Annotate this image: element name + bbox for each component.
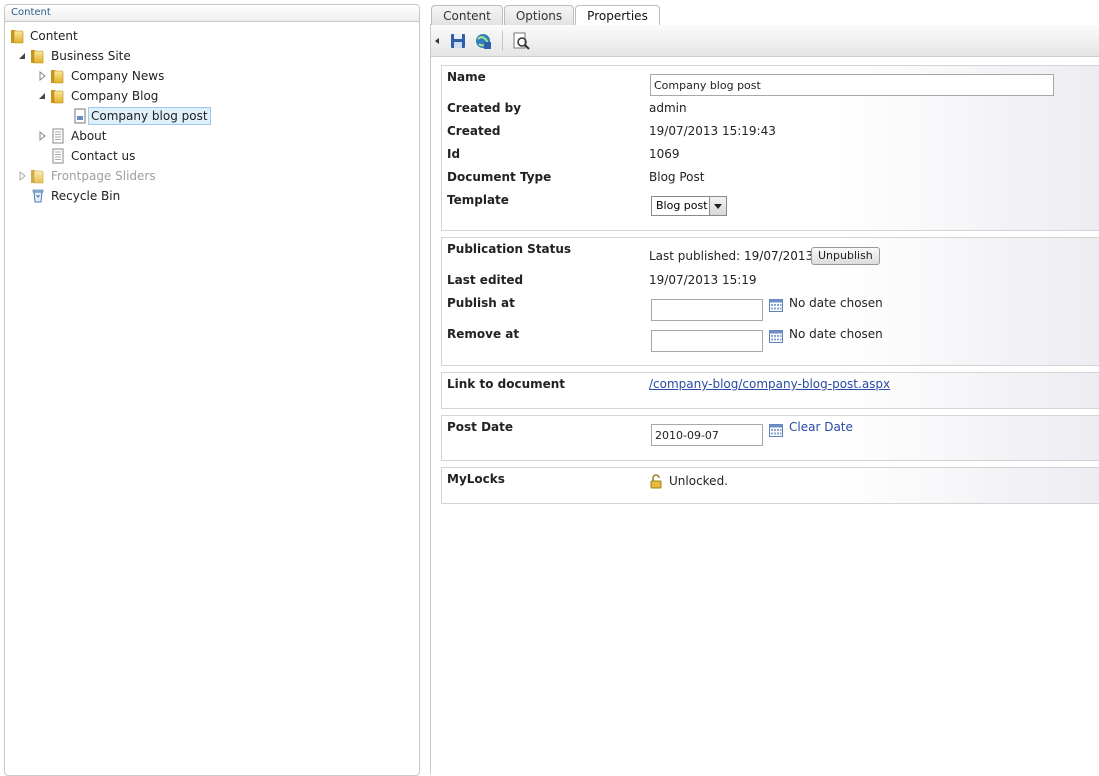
mylocks-label: MyLocks	[447, 472, 505, 486]
id-label: Id	[447, 147, 461, 161]
properties-group-post-date: Post Date Clear Date	[441, 415, 1099, 461]
tree-node-label: Contact us	[71, 149, 136, 163]
id-value: 1069	[649, 147, 680, 161]
recycle-bin-icon	[30, 188, 46, 204]
last-edited-label: Last edited	[447, 273, 524, 287]
calendar-icon[interactable]	[769, 299, 783, 312]
editor-toolbar	[431, 25, 1099, 57]
name-input[interactable]	[650, 74, 1054, 96]
tree-header: Content	[5, 5, 419, 22]
document-icon	[50, 128, 66, 144]
collapse-arrow-icon[interactable]	[18, 46, 28, 66]
calendar-icon[interactable]	[769, 330, 783, 343]
tree-node-label: Business Site	[51, 49, 131, 63]
document-type-label: Document Type	[447, 170, 552, 184]
publication-status-label: Publication Status	[447, 242, 572, 256]
properties-group-link: Link to document /company-blog/company-b…	[441, 372, 1099, 409]
last-edited-value: 19/07/2013 15:19	[649, 273, 757, 287]
folder-icon	[50, 68, 66, 84]
template-select-value: Blog post	[656, 199, 708, 212]
expand-arrow-icon[interactable]	[38, 126, 48, 146]
tab-content[interactable]: Content	[431, 5, 503, 25]
calendar-icon[interactable]	[769, 424, 783, 437]
folder-icon	[10, 28, 26, 44]
expand-arrow-icon[interactable]	[18, 166, 28, 186]
post-date-input[interactable]	[651, 424, 763, 446]
created-label: Created	[447, 124, 501, 138]
folder-icon	[30, 168, 46, 184]
tree-node-label: Frontpage Sliders	[51, 169, 156, 183]
clear-date-link[interactable]: Clear Date	[789, 420, 853, 434]
properties-group-publication: Publication Status Last published: 19/07…	[441, 237, 1099, 366]
document-icon	[50, 148, 66, 164]
post-date-label: Post Date	[447, 420, 514, 434]
remove-at-label: Remove at	[447, 327, 520, 341]
chevron-down-icon	[709, 197, 726, 215]
toolbar-separator	[502, 31, 503, 51]
tree-node-label: Company Blog	[71, 89, 159, 103]
properties-group-general: Name Created by admin Created 19/07/2013…	[441, 65, 1099, 231]
created-by-value: admin	[649, 101, 687, 115]
folder-icon	[30, 48, 46, 64]
created-by-label: Created by	[447, 101, 522, 115]
remove-at-status: No date chosen	[789, 327, 883, 341]
remove-at-date-input[interactable]	[651, 330, 763, 352]
lock-status: Unlocked.	[669, 474, 728, 488]
expand-arrow-icon[interactable]	[38, 66, 48, 86]
tab-properties[interactable]: Properties	[575, 5, 660, 26]
created-value: 19/07/2013 15:19:43	[649, 124, 776, 138]
folder-icon	[50, 88, 66, 104]
save-and-publish-icon[interactable]	[474, 32, 492, 50]
tree-node-label: Company blog post	[88, 107, 211, 125]
tree-node-label: Recycle Bin	[51, 189, 121, 203]
last-published-text: Last published: 19/07/2013	[649, 249, 814, 263]
save-icon[interactable]	[449, 32, 467, 50]
toolbar-scroll-left-icon[interactable]	[435, 38, 440, 44]
collapse-arrow-icon[interactable]	[38, 86, 48, 106]
publish-at-status: No date chosen	[789, 296, 883, 310]
template-select[interactable]: Blog post	[651, 196, 727, 216]
unlocked-icon	[650, 474, 662, 489]
tree-node-label: About	[71, 129, 107, 143]
publish-at-date-input[interactable]	[651, 299, 763, 321]
tab-options[interactable]: Options	[504, 5, 574, 25]
content-tree-panel: Content	[4, 4, 420, 776]
tree-node-label: Company News	[71, 69, 165, 83]
tree-node-label: Content	[30, 29, 78, 43]
preview-icon[interactable]	[512, 32, 530, 50]
document-link[interactable]: /company-blog/company-blog-post.aspx	[649, 377, 890, 391]
properties-group-locks: MyLocks Unlocked.	[441, 467, 1099, 504]
template-label: Template	[447, 193, 509, 207]
unpublish-button[interactable]: Unpublish	[811, 247, 880, 265]
name-label: Name	[447, 70, 486, 84]
blog-post-icon	[72, 108, 88, 124]
publish-at-label: Publish at	[447, 296, 515, 310]
link-to-document-label: Link to document	[447, 377, 566, 391]
document-type-value: Blog Post	[649, 170, 705, 184]
